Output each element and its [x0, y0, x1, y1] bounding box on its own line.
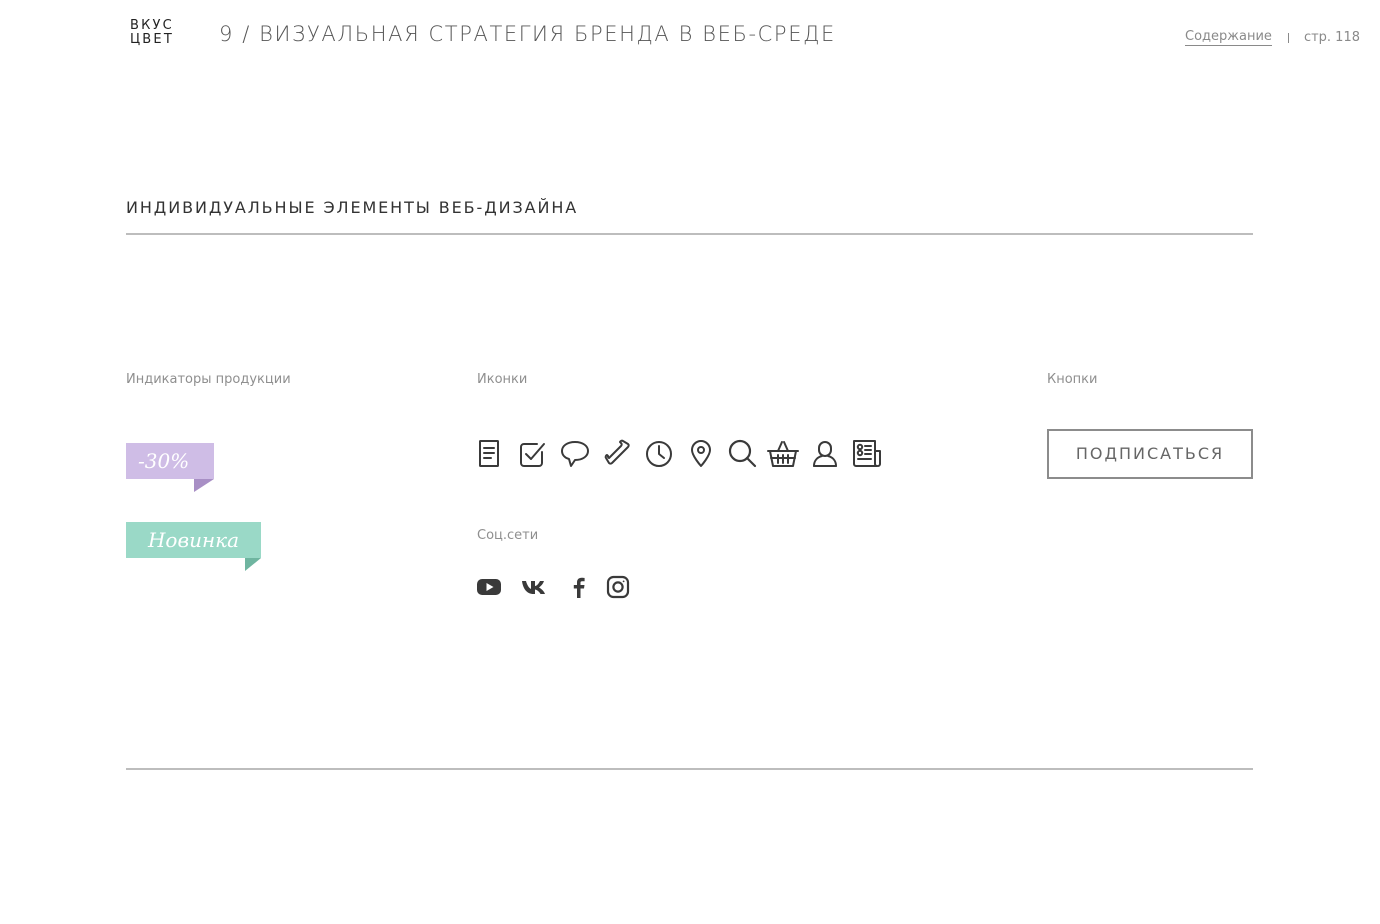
chapter-title: 9 / ВИЗУАЛЬНАЯ СТРАТЕГИЯ БРЕНДА В ВЕБ-СР… [219, 22, 836, 46]
indicators-label: Индикаторы продукции [126, 372, 291, 387]
newspaper-icon[interactable] [850, 437, 884, 471]
subscribe-button[interactable]: ПОДПИСАТЬСЯ [1047, 429, 1253, 479]
checkbox-icon[interactable] [516, 437, 550, 471]
icons-label: Иконки [477, 372, 528, 387]
new-badge-text: Новинка [147, 528, 240, 552]
clock-icon[interactable] [642, 437, 676, 471]
logo-line-2: ЦВЕТ [130, 32, 174, 47]
social-label: Соц.сети [477, 528, 539, 543]
chat-bubble-icon[interactable] [558, 437, 592, 471]
new-badge: Новинка [126, 522, 261, 571]
toc-link[interactable]: Содержание [1185, 29, 1272, 46]
user-icon[interactable] [808, 437, 842, 471]
facebook-icon[interactable] [566, 574, 592, 600]
toc-navigation: Содержание стр. 118 [1185, 29, 1360, 46]
discount-badge: -30% [126, 443, 214, 492]
vk-icon[interactable] [521, 574, 547, 600]
page-number: стр. 118 [1303, 30, 1360, 45]
basket-icon[interactable] [766, 437, 800, 471]
logo-line-1: ВКУС [130, 18, 174, 33]
nav-separator [1287, 32, 1289, 43]
ribbon-fold [194, 479, 214, 492]
location-pin-icon[interactable] [684, 437, 718, 471]
ribbon-fold [245, 558, 261, 571]
document-icon[interactable] [476, 437, 510, 471]
youtube-icon[interactable] [476, 574, 502, 600]
discount-badge-text: -30% [138, 449, 190, 473]
phone-icon[interactable] [600, 437, 634, 471]
instagram-icon[interactable] [605, 574, 631, 600]
search-icon[interactable] [726, 437, 760, 471]
section-title: ИНДИВИДУАЛЬНЫЕ ЭЛЕМЕНТЫ ВЕБ-ДИЗАЙНА [126, 198, 579, 217]
brand-logo[interactable]: ВКУС ЦВЕТ [130, 19, 182, 47]
section-divider-bottom [126, 768, 1253, 770]
section-divider-top [126, 233, 1253, 235]
buttons-label: Кнопки [1047, 372, 1098, 387]
